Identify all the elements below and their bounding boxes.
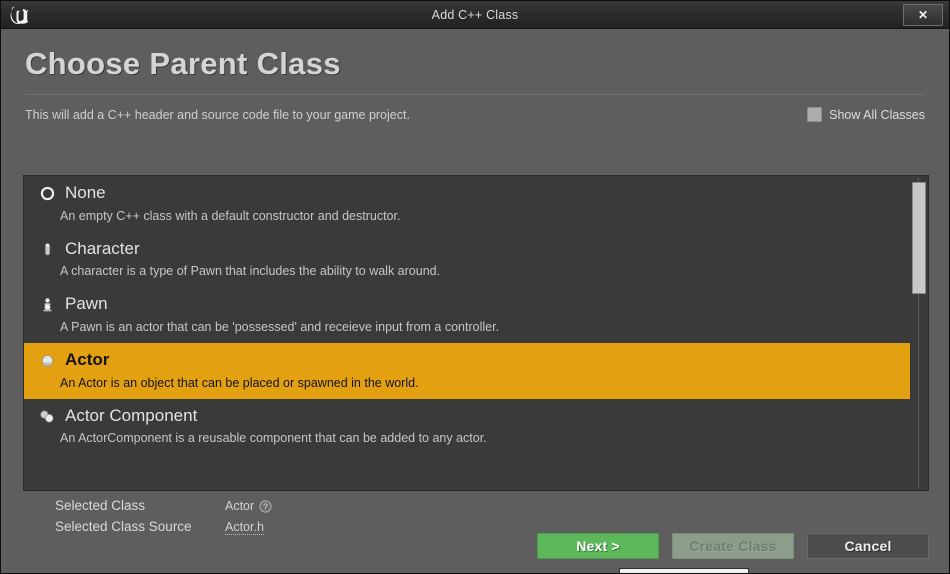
selected-class-source-label: Selected Class Source — [55, 519, 192, 534]
list-item-description: An empty C++ class with a default constr… — [60, 208, 401, 223]
next-button[interactable]: Next > — [537, 533, 659, 559]
list-item-none[interactable]: None An empty C++ class with a default c… — [24, 176, 910, 232]
list-item-description: A character is a type of Pawn that inclu… — [60, 264, 441, 279]
parent-class-list[interactable]: None An empty C++ class with a default c… — [23, 175, 929, 491]
selected-source-line: Selected Class Source Actor.h — [55, 519, 272, 540]
add-cpp-class-dialog: Add C++ Class ✕ Choose Parent Class This… — [0, 0, 950, 574]
selected-class-line: Selected Class Actor ? — [55, 498, 272, 519]
list-item-actor[interactable]: Actor An Actor is an object that can be … — [24, 343, 910, 399]
cancel-button[interactable]: Cancel — [807, 533, 929, 559]
checkbox-box-icon[interactable] — [807, 107, 823, 123]
none-circle-icon — [38, 184, 56, 202]
create-class-button: Create Class — [672, 533, 794, 559]
unreal-engine-logo-icon — [3, 2, 37, 28]
page-title: Choose Parent Class — [25, 46, 341, 81]
list-item-title-row: Character — [24, 238, 910, 259]
list-item-title-row: None — [24, 183, 910, 203]
show-all-classes-label: Show All Classes — [829, 107, 925, 122]
actor-sphere-icon — [38, 351, 56, 369]
list-item-title-row: Actor — [24, 350, 910, 370]
list-item-description: An Actor is an object that can be placed… — [60, 375, 419, 390]
selected-class-source-link[interactable]: Actor.h — [225, 520, 264, 535]
dialog-body: Choose Parent Class This will add a C++ … — [1, 29, 949, 573]
list-item-title-row: Pawn — [24, 295, 910, 314]
title-divider — [25, 94, 925, 96]
list-item-name: None — [65, 183, 106, 202]
help-question-icon[interactable]: ? — [259, 499, 272, 513]
parent-class-list-viewport: None An empty C++ class with a default c… — [24, 176, 910, 490]
list-item-actor-component[interactable]: Actor Component An ActorComponent is a r… — [24, 399, 910, 455]
dialog-subtitle: This will add a C++ header and source co… — [25, 107, 410, 122]
pawn-icon — [38, 296, 56, 314]
list-item-name: Character — [65, 238, 140, 258]
selected-class-value: Actor — [225, 499, 255, 513]
actor-component-icon — [38, 407, 56, 425]
list-item-name: Actor Component — [65, 405, 198, 425]
header-area: Choose Parent Class This will add a C++ … — [1, 29, 949, 123]
character-icon — [38, 240, 56, 258]
dialog-button-bar: Next > Create Class Cancel — [537, 533, 929, 559]
list-item-character[interactable]: Character A character is a type of Pawn … — [24, 232, 910, 288]
svg-text:?: ? — [263, 501, 268, 511]
show-all-classes-checkbox[interactable]: Show All Classes — [807, 107, 925, 123]
next-button-tooltip: Go to the next step — [619, 568, 749, 573]
selected-class-info: Selected Class Actor ? Selected Class So… — [55, 498, 272, 540]
list-item-name: Pawn — [65, 294, 108, 314]
list-item-title-row: Actor Component — [24, 405, 910, 426]
selected-class-value-group: Actor ? — [225, 499, 272, 513]
close-icon[interactable]: ✕ — [903, 4, 943, 26]
list-item-name: Actor — [65, 350, 110, 370]
selected-class-label: Selected Class — [55, 498, 146, 513]
window-title: Add C++ Class — [431, 7, 519, 22]
list-item-description: An ActorComponent is a reusable componen… — [60, 431, 487, 446]
subheader-row: This will add a C++ header and source co… — [25, 107, 925, 123]
list-item-description: A Pawn is an actor that can be 'possesse… — [60, 320, 500, 335]
scrollbar-thumb[interactable] — [912, 182, 926, 294]
list-scrollbar[interactable] — [910, 178, 926, 488]
list-item-pawn[interactable]: Pawn A Pawn is an actor that can be 'pos… — [24, 287, 910, 343]
title-bar: Add C++ Class ✕ — [1, 1, 949, 29]
